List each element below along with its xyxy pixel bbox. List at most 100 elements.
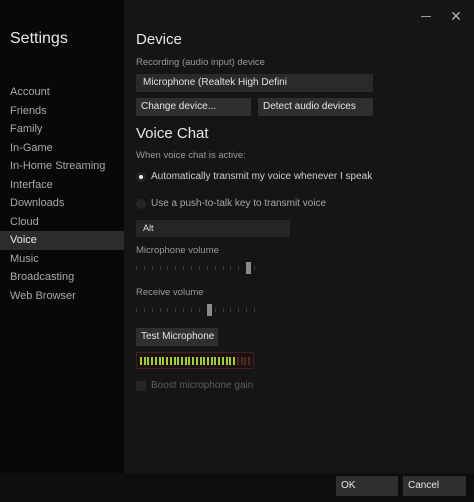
slider-tick bbox=[144, 308, 145, 312]
change-device-button[interactable]: Change device... bbox=[136, 98, 251, 116]
meter-bar bbox=[241, 357, 243, 365]
microphone-level-meter bbox=[136, 352, 254, 369]
slider-tick bbox=[183, 308, 184, 312]
slider-tick bbox=[160, 308, 161, 312]
meter-bar bbox=[151, 357, 153, 365]
slider-tick bbox=[254, 266, 255, 270]
slider-tick bbox=[254, 308, 255, 312]
sidebar-title: Settings bbox=[10, 30, 68, 47]
meter-bar bbox=[229, 357, 231, 365]
microphone-volume-thumb[interactable] bbox=[246, 262, 251, 274]
radio-push-to-talk-button[interactable] bbox=[136, 199, 146, 209]
sidebar-item-music[interactable]: Music bbox=[0, 250, 124, 269]
sidebar-item-family[interactable]: Family bbox=[0, 120, 124, 139]
sidebar-item-friends[interactable]: Friends bbox=[0, 102, 124, 121]
radio-auto-transmit-label: Automatically transmit my voice whenever… bbox=[151, 171, 373, 182]
slider-tick bbox=[136, 308, 137, 312]
meter-bar bbox=[196, 357, 198, 365]
microphone-volume-label: Microphone volume bbox=[136, 245, 219, 256]
meter-bar bbox=[140, 357, 142, 365]
meter-bar bbox=[222, 357, 224, 365]
sidebar-item-account[interactable]: Account bbox=[0, 83, 124, 102]
meter-bar bbox=[207, 357, 209, 365]
push-to-talk-key-field[interactable]: Alt bbox=[136, 220, 290, 237]
slider-tick bbox=[183, 266, 184, 270]
slider-tick bbox=[238, 308, 239, 312]
slider-tick bbox=[175, 266, 176, 270]
meter-bar bbox=[218, 357, 220, 365]
meter-bar bbox=[203, 357, 205, 365]
slider-tick bbox=[223, 266, 224, 270]
meter-bar bbox=[200, 357, 202, 365]
slider-tick bbox=[215, 308, 216, 312]
slider-tick bbox=[191, 308, 192, 312]
meter-bar bbox=[170, 357, 172, 365]
receive-volume-thumb[interactable] bbox=[207, 304, 212, 316]
meter-bar bbox=[248, 357, 250, 365]
slider-tick bbox=[191, 266, 192, 270]
receive-volume-label: Receive volume bbox=[136, 287, 204, 298]
meter-bar bbox=[177, 357, 179, 365]
meter-bar bbox=[155, 357, 157, 365]
slider-tick bbox=[199, 308, 200, 312]
receive-volume-slider[interactable] bbox=[136, 304, 258, 316]
slider-tick bbox=[230, 266, 231, 270]
sidebar-nav: Account Friends Family In-Game In-Home S… bbox=[0, 83, 124, 305]
boost-microphone-gain-checkbox[interactable] bbox=[136, 381, 146, 391]
sidebar: Settings Account Friends Family In-Game … bbox=[0, 0, 124, 502]
slider-tick bbox=[167, 266, 168, 270]
slider-tick bbox=[199, 266, 200, 270]
radio-auto-transmit-button[interactable] bbox=[136, 172, 146, 182]
voice-chat-section-title: Voice Chat bbox=[136, 125, 209, 142]
slider-tick bbox=[238, 266, 239, 270]
sidebar-item-interface[interactable]: Interface bbox=[0, 176, 124, 195]
sidebar-item-voice[interactable]: Voice bbox=[0, 231, 124, 250]
recording-device-field: Microphone (Realtek High Defini bbox=[136, 74, 373, 92]
boost-microphone-gain-label: Boost microphone gain bbox=[151, 380, 254, 391]
slider-tick bbox=[246, 308, 247, 312]
slider-tick bbox=[230, 308, 231, 312]
sidebar-item-cloud[interactable]: Cloud bbox=[0, 213, 124, 232]
test-microphone-button[interactable]: Test Microphone bbox=[136, 328, 218, 346]
settings-window: Settings Account Friends Family In-Game … bbox=[0, 0, 474, 502]
meter-bar bbox=[159, 357, 161, 365]
sidebar-item-web-browser[interactable]: Web Browser bbox=[0, 287, 124, 306]
meter-bar bbox=[188, 357, 190, 365]
meter-bar bbox=[162, 357, 164, 365]
slider-tick bbox=[136, 266, 137, 270]
slider-tick bbox=[215, 266, 216, 270]
recording-device-label: Recording (audio input) device bbox=[136, 57, 265, 68]
slider-tick bbox=[207, 266, 208, 270]
sidebar-item-in-home-streaming[interactable]: In-Home Streaming bbox=[0, 157, 124, 176]
meter-bar bbox=[214, 357, 216, 365]
slider-tick bbox=[152, 266, 153, 270]
microphone-volume-slider[interactable] bbox=[136, 262, 258, 274]
slider-tick bbox=[152, 308, 153, 312]
meter-bar bbox=[174, 357, 176, 365]
radio-push-to-talk-label: Use a push-to-talk key to transmit voice bbox=[151, 198, 327, 209]
meter-bar bbox=[181, 357, 183, 365]
meter-bar bbox=[226, 357, 228, 365]
slider-tick bbox=[144, 266, 145, 270]
meter-bar bbox=[211, 357, 213, 365]
meter-bar bbox=[233, 357, 235, 365]
slider-tick bbox=[160, 266, 161, 270]
sidebar-item-broadcasting[interactable]: Broadcasting bbox=[0, 268, 124, 287]
meter-bar bbox=[244, 357, 246, 365]
voice-chat-active-label: When voice chat is active: bbox=[136, 150, 246, 161]
meter-bar bbox=[166, 357, 168, 365]
slider-tick bbox=[223, 308, 224, 312]
cancel-button[interactable]: Cancel bbox=[403, 476, 466, 496]
ok-button[interactable]: OK bbox=[336, 476, 398, 496]
meter-bar bbox=[147, 357, 149, 365]
device-section-title: Device bbox=[136, 31, 182, 48]
sidebar-item-in-game[interactable]: In-Game bbox=[0, 139, 124, 158]
meter-bar bbox=[185, 357, 187, 365]
meter-bar bbox=[144, 357, 146, 365]
detect-audio-devices-button[interactable]: Detect audio devices bbox=[258, 98, 373, 116]
sidebar-item-downloads[interactable]: Downloads bbox=[0, 194, 124, 213]
voice-settings-panel: Device Recording (audio input) device Mi… bbox=[124, 0, 474, 473]
meter-bar bbox=[192, 357, 194, 365]
slider-tick bbox=[167, 308, 168, 312]
meter-bar bbox=[237, 357, 239, 365]
